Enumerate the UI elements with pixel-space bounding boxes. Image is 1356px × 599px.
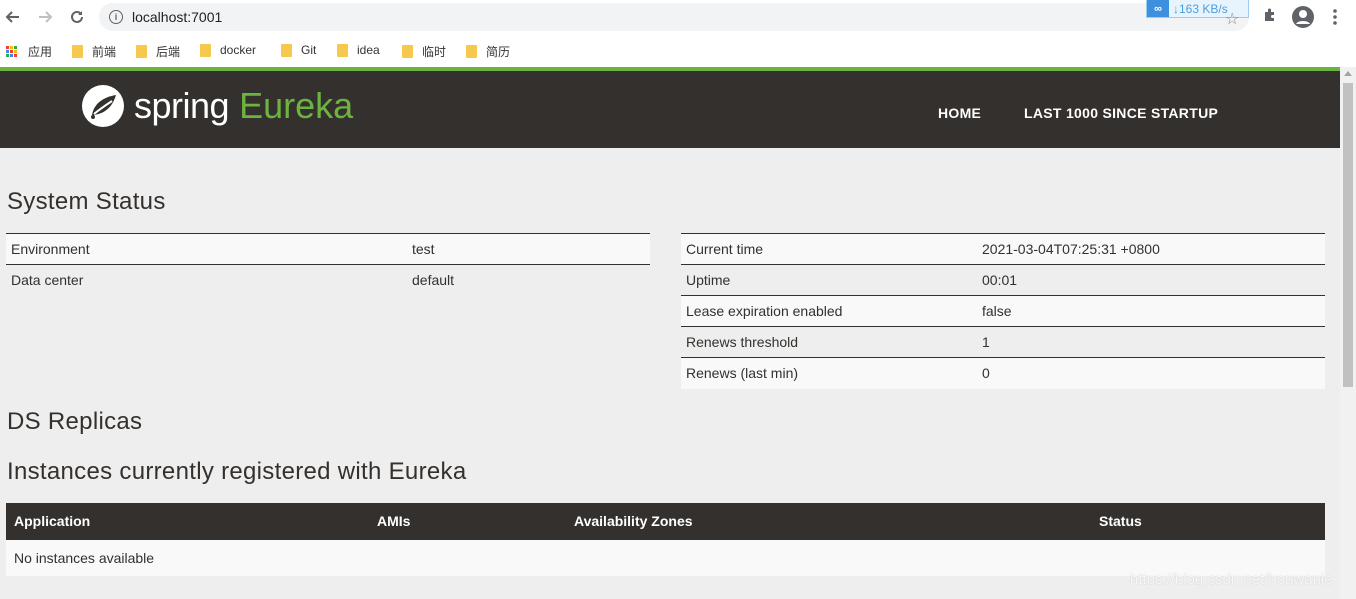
- bookmark-folder[interactable]: idea: [337, 43, 380, 57]
- status-key: Lease expiration enabled: [681, 295, 977, 327]
- status-key: Uptime: [681, 264, 977, 296]
- page-scrollbar[interactable]: [1340, 67, 1356, 599]
- scroll-up-arrow-icon[interactable]: [1344, 71, 1352, 76]
- folder-icon: [281, 43, 292, 57]
- scrollbar-thumb[interactable]: [1343, 83, 1353, 387]
- bookmark-folder[interactable]: 临时: [402, 43, 446, 60]
- instances-table-header: Application AMIs Availability Zones Stat…: [6, 503, 1325, 540]
- spring-eureka-logo[interactable]: spring Eureka: [80, 83, 353, 129]
- status-value: test: [407, 233, 650, 265]
- bookmark-folder[interactable]: 前端: [72, 43, 116, 60]
- table-row: Environment test: [6, 233, 650, 265]
- address-bar[interactable]: i localhost:7001: [99, 3, 1249, 31]
- bookmark-apps[interactable]: 应用: [6, 43, 52, 60]
- bookmark-folder[interactable]: 简历: [466, 43, 510, 60]
- column-header-amis: AMIs: [377, 513, 411, 529]
- folder-icon: [136, 45, 147, 58]
- instances-table: Application AMIs Availability Zones Stat…: [6, 503, 1325, 576]
- status-key: Environment: [6, 233, 407, 265]
- spring-leaf-icon: [82, 85, 124, 127]
- nav-last-1000-link[interactable]: LAST 1000 SINCE STARTUP: [1024, 105, 1218, 121]
- table-row: Renews (last min) 0: [681, 357, 1325, 389]
- download-accelerator-icon: ∞: [1147, 0, 1169, 17]
- brand-spring-text: spring: [134, 85, 230, 126]
- no-instances-message: No instances available: [14, 550, 155, 566]
- table-row: Renews threshold 1: [681, 326, 1325, 358]
- status-value: 1: [977, 326, 1325, 358]
- status-value: 0: [977, 357, 1325, 389]
- folder-icon: [200, 43, 211, 57]
- site-info-icon[interactable]: i: [109, 10, 123, 24]
- folder-icon: [337, 43, 348, 57]
- status-key: Data center: [6, 264, 407, 296]
- column-header-application: Application: [14, 513, 91, 529]
- bookmark-star-icon[interactable]: ☆: [1225, 9, 1239, 29]
- bookmark-folder[interactable]: docker: [200, 43, 256, 57]
- status-value: 00:01: [977, 264, 1325, 296]
- url-text: localhost:7001: [132, 9, 223, 25]
- bookmark-folder[interactable]: Git: [281, 43, 316, 57]
- forward-arrow-icon[interactable]: [34, 6, 56, 28]
- extensions-puzzle-icon[interactable]: [1262, 7, 1278, 28]
- brand-eureka-text: Eureka: [239, 85, 354, 126]
- system-status-heading: System Status: [7, 188, 166, 215]
- nav-home-link[interactable]: HOME: [938, 105, 981, 121]
- download-speed-text: ↓163 KB/s: [1173, 1, 1228, 16]
- status-value: default: [407, 264, 650, 296]
- column-header-status: Status: [1099, 513, 1142, 529]
- status-key: Current time: [681, 233, 977, 265]
- bookmarks-bar: 应用 前端 后端 docker Git idea 临时 简历: [0, 35, 1356, 67]
- column-header-availability-zones: Availability Zones: [574, 513, 693, 529]
- table-row: Current time 2021-03-04T07:25:31 +0800: [681, 233, 1325, 265]
- system-status-right-table: Current time 2021-03-04T07:25:31 +0800 U…: [681, 233, 1325, 389]
- status-value: false: [977, 295, 1325, 327]
- status-key: Renews threshold: [681, 326, 977, 358]
- table-row: Uptime 00:01: [681, 264, 1325, 296]
- table-row: Data center default: [6, 264, 650, 296]
- top-navbar: spring Eureka HOME LAST 1000 SINCE START…: [0, 67, 1340, 148]
- back-arrow-icon[interactable]: [2, 6, 24, 28]
- eureka-dashboard: spring Eureka HOME LAST 1000 SINCE START…: [0, 67, 1340, 599]
- system-status-left-table: Environment test Data center default: [6, 233, 650, 296]
- instances-heading: Instances currently registered with Eure…: [7, 458, 467, 485]
- bookmark-folder[interactable]: 后端: [136, 43, 180, 60]
- watermark-text: https://blog.csdn.net/houwanle: [1130, 571, 1333, 588]
- folder-icon: [402, 45, 413, 58]
- more-menu-icon[interactable]: [1331, 8, 1339, 31]
- ds-replicas-heading: DS Replicas: [7, 408, 143, 435]
- table-row: Lease expiration enabled false: [681, 295, 1325, 327]
- table-row: No instances available: [6, 540, 1325, 576]
- reload-icon[interactable]: [66, 6, 88, 28]
- apps-grid-icon: [6, 45, 18, 58]
- profile-avatar-icon[interactable]: [1291, 5, 1315, 34]
- status-key: Renews (last min): [681, 357, 977, 389]
- browser-toolbar: i localhost:7001 ∞ ↓163 KB/s ☆: [0, 0, 1356, 35]
- folder-icon: [466, 45, 477, 58]
- status-value: 2021-03-04T07:25:31 +0800: [977, 233, 1325, 265]
- folder-icon: [72, 45, 83, 58]
